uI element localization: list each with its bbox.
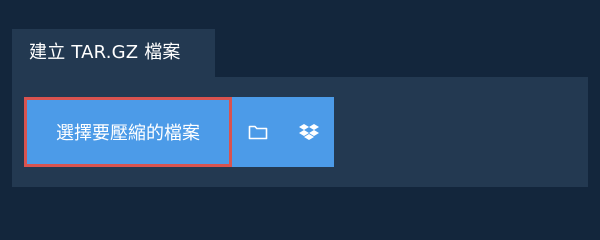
choose-files-label: 選擇要壓縮的檔案	[56, 123, 200, 144]
upload-panel: 選擇要壓縮的檔案	[12, 77, 588, 187]
upload-button-group: 選擇要壓縮的檔案	[24, 97, 334, 167]
tab-create-tar-gz[interactable]: 建立 TAR.GZ 檔案	[12, 29, 215, 77]
dropbox-button[interactable]	[283, 97, 334, 167]
dropbox-icon	[298, 123, 319, 141]
folder-icon	[248, 124, 268, 140]
choose-files-button[interactable]: 選擇要壓縮的檔案	[24, 97, 232, 167]
folder-button[interactable]	[232, 97, 283, 167]
tab-label: 建立 TAR.GZ 檔案	[29, 42, 181, 63]
